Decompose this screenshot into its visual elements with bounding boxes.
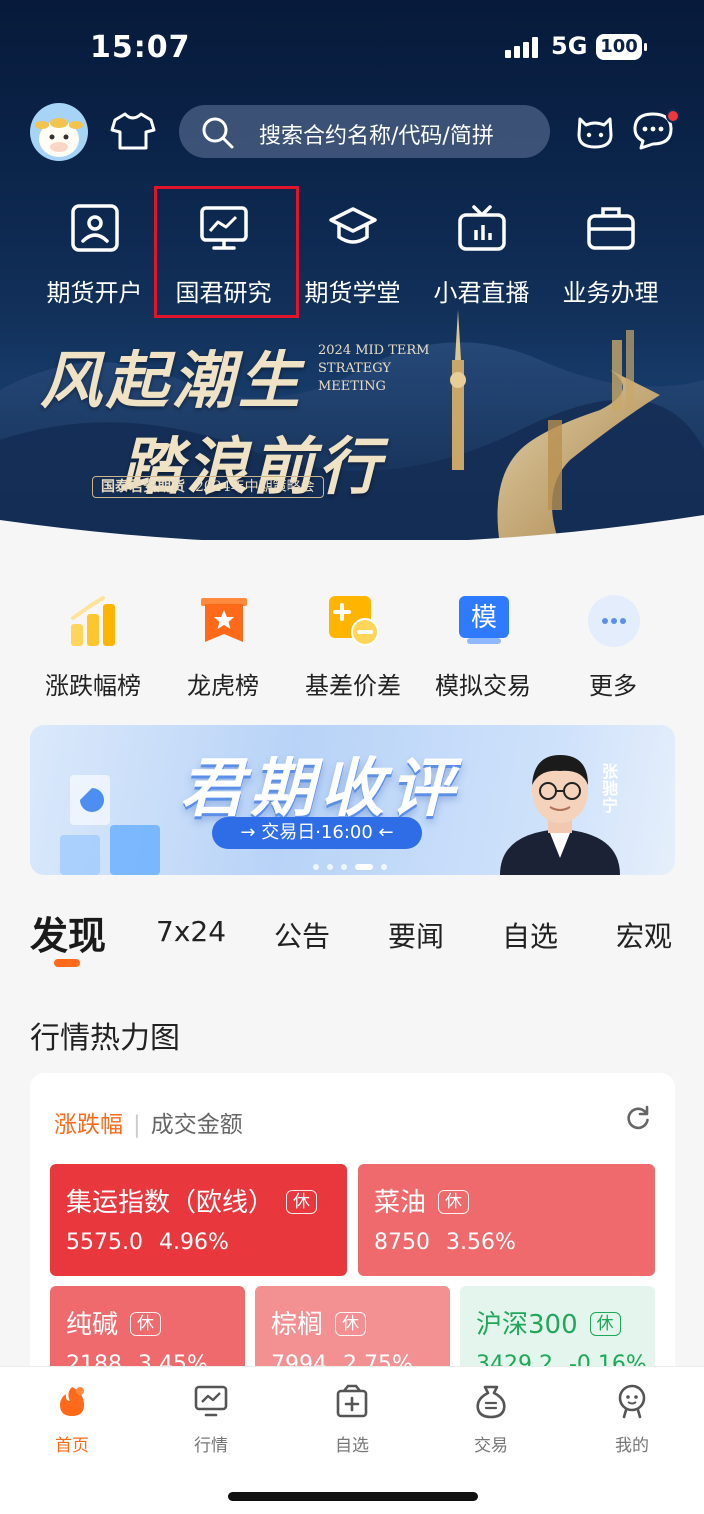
quick-nav: 期货开户 国君研究 期货学堂 小君直播 业务办理 [30, 195, 675, 307]
quick-nav-business[interactable]: 业务办理 [546, 195, 675, 307]
tv-icon [458, 205, 506, 251]
highlight-box [154, 186, 299, 318]
user-avatar[interactable] [30, 103, 88, 161]
segment-turnover[interactable]: 成交金额 [151, 1112, 243, 1138]
search-icon [202, 117, 234, 149]
status-time: 15:07 [90, 30, 191, 65]
search-bar[interactable]: 搜索合约名称/代码/简拼 [179, 105, 550, 158]
quick-nav-account-opening[interactable]: 期货开户 [30, 195, 159, 307]
tabbar-label: 自选 [335, 1436, 369, 1456]
quick-nav-live[interactable]: 小君直播 [417, 195, 546, 307]
unread-badge [666, 109, 680, 123]
refresh-icon[interactable] [625, 1105, 651, 1131]
tabbar-label: 交易 [474, 1436, 508, 1456]
plus-minus-icon [329, 596, 379, 646]
carousel-dots [313, 855, 395, 874]
tool-label: 模拟交易 [435, 672, 531, 700]
svg-text:模: 模 [471, 603, 497, 633]
section-title: 行情热力图 [30, 1021, 180, 1056]
promo-title: 君期收评 [180, 752, 460, 826]
bar-chart-icon [71, 596, 115, 646]
host-name: 张驰宁 [602, 762, 619, 815]
cellular-signal-icon [505, 37, 538, 58]
search-placeholder: 搜索合约名称/代码/简拼 [259, 124, 494, 149]
star-ribbon-icon [201, 598, 247, 642]
tab-discover[interactable]: 发现 [30, 905, 106, 960]
battery-indicator: 100 [596, 34, 647, 60]
top-bar: 搜索合约名称/代码/简拼 [0, 103, 704, 161]
graduation-cap-icon [329, 207, 377, 244]
tab-headlines[interactable]: 要闻 [388, 915, 444, 955]
briefcase-icon [587, 207, 635, 250]
network-type: 5G [551, 32, 588, 60]
mascot-icon[interactable] [575, 111, 615, 151]
active-tab-indicator [54, 959, 80, 967]
tabbar-label: 首页 [55, 1436, 89, 1456]
id-card-icon [71, 204, 119, 252]
tab-7x24[interactable]: 7x24 [156, 915, 226, 948]
simulate-icon: 模 [459, 596, 509, 644]
segment-change[interactable]: 涨跌幅 [54, 1112, 123, 1138]
promo-banner[interactable]: 君期收评 → 交易日·16:00 ← 张驰宁 [30, 725, 675, 875]
header: 15:07 5G 100 搜索合约名称/代码/简拼 期货开户 国君研究 期货学堂… [0, 0, 704, 545]
tabbar-label: 我的 [615, 1436, 649, 1456]
more-dots-icon [588, 595, 640, 647]
tool-label: 更多 [589, 672, 637, 700]
cow-avatar-icon [35, 118, 83, 157]
promo-time-pill: → 交易日·16:00 ← [212, 817, 422, 849]
home-indicator [228, 1492, 478, 1501]
tool-label: 龙虎榜 [187, 672, 259, 700]
home-icon [60, 1387, 84, 1416]
feed-tabs: 发现 7x24 公告 要闻 自选 宏观 [30, 905, 680, 967]
tab-watchlist[interactable]: 自选 [502, 915, 558, 955]
hero-subtitle: 2024 MID TERM STRATEGY MEETING [318, 343, 430, 394]
tabbar-label: 行情 [194, 1436, 228, 1456]
tool-grid: 涨跌幅榜 龙虎榜 基差价差 模 模拟交易 更多 [28, 590, 678, 700]
tool-label: 涨跌幅榜 [45, 672, 141, 700]
messages-button[interactable] [632, 109, 680, 155]
market-chart-icon [194, 1385, 228, 1417]
tab-macro[interactable]: 宏观 [616, 915, 672, 955]
tshirt-icon[interactable] [110, 111, 156, 151]
heatmap-segment: 涨跌幅 | 成交金额 [54, 1112, 243, 1138]
cube-chart-illustration [60, 775, 160, 875]
market-heatmap-card: 涨跌幅 | 成交金额 集运指数（欧线）休 5575.0 4.96% 菜油休 8750 3… [30, 1073, 675, 1393]
money-bag-icon [476, 1385, 506, 1419]
heatmap-tile[interactable]: 集运指数（欧线）休 5575.0 4.96% [50, 1164, 347, 1276]
quick-nav-academy[interactable]: 期货学堂 [288, 195, 417, 307]
quick-nav-label: 业务办理 [562, 279, 659, 307]
hero-event-tag: 国泰君安期货 2024年中期策略会 [92, 476, 324, 498]
tab-announcements[interactable]: 公告 [274, 915, 330, 955]
status-bar: 15:07 5G 100 [0, 30, 704, 70]
heatmap-tile[interactable]: 菜油休 8750 3.56% [358, 1164, 655, 1276]
quick-nav-label: 期货学堂 [304, 279, 401, 307]
watchlist-icon [336, 1384, 368, 1418]
profile-icon [618, 1384, 646, 1419]
tool-label: 基差价差 [305, 672, 401, 700]
quick-nav-label: 小君直播 [433, 279, 530, 307]
quick-nav-label: 期货开户 [46, 279, 143, 307]
